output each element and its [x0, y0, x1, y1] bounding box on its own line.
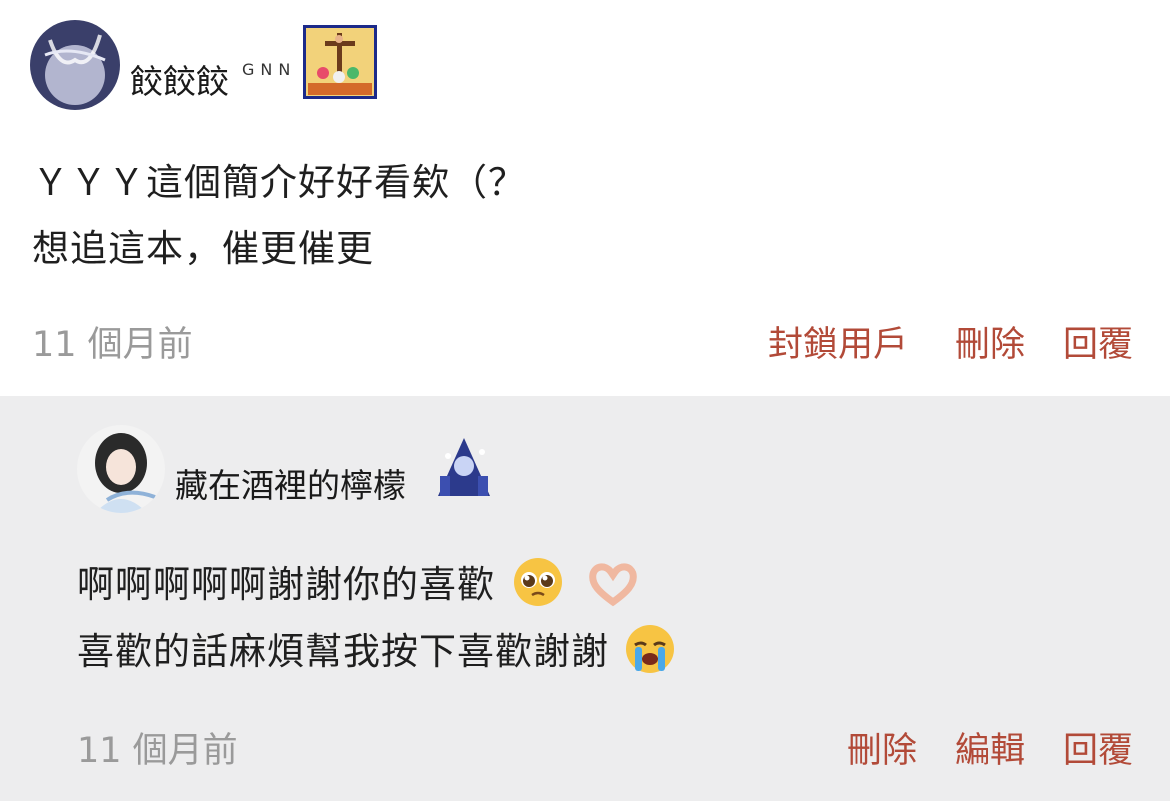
delete-button[interactable]: 刪除 [955, 316, 1025, 367]
reply-text-line-2: 喜歡的話麻煩幫我按下喜歡謝謝 [77, 621, 676, 684]
timestamp: 11 個月前 [32, 325, 193, 365]
main-comment: 餃餃餃 GNN ＹＹＹ這個簡介好好看欸（？ 想追這本，催更催更 11 個月前 封… [0, 0, 1170, 396]
edit-button[interactable]: 編輯 [955, 722, 1025, 773]
avatar[interactable] [77, 425, 165, 513]
gnn-tag: GNN [242, 60, 297, 79]
badge-icon [303, 25, 377, 99]
reply-button[interactable]: 回覆 [1063, 316, 1133, 367]
delete-button[interactable]: 刪除 [847, 722, 917, 773]
avatar-image-icon [30, 20, 120, 110]
badge-icon [428, 436, 500, 500]
reply-text-1: 啊啊啊啊啊謝謝你的喜歡 [77, 563, 495, 606]
comment-text-line-2: 想追這本，催更催更 [32, 227, 374, 270]
reply-text-2: 喜歡的話麻煩幫我按下喜歡謝謝 [77, 630, 609, 673]
username[interactable]: 藏在酒裡的檸檬 [175, 459, 406, 507]
timestamp: 11 個月前 [77, 731, 238, 771]
comment-text-line-1: ＹＹＹ這個簡介好好看欸（？ [32, 161, 526, 204]
reply-text-line-1: 啊啊啊啊啊謝謝你的喜歡 [77, 554, 641, 617]
avatar[interactable] [30, 20, 120, 110]
block-user-button[interactable]: 封鎖用戶 [768, 316, 908, 367]
reply-button[interactable]: 回覆 [1063, 722, 1133, 773]
username[interactable]: 餃餃餃 [130, 55, 229, 103]
heart-hands-icon [585, 556, 641, 617]
reply-comment: 藏在酒裡的檸檬 啊啊啊啊啊謝謝你的喜歡 喜歡的話麻煩幫我按下喜歡謝謝 11 個月… [0, 396, 1170, 801]
loudly-crying-face-icon [624, 623, 676, 684]
pleading-face-icon [512, 556, 564, 617]
avatar-image-icon [77, 425, 165, 513]
